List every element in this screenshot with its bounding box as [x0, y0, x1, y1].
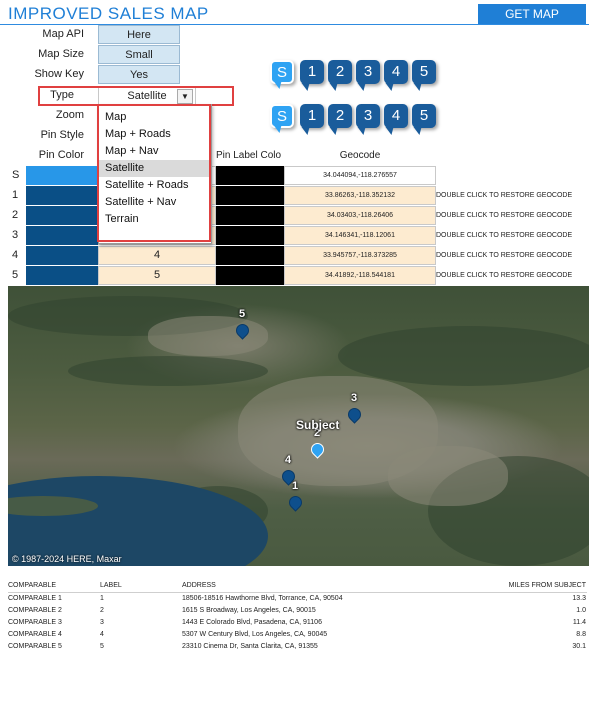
- geocode-header: Geocode: [339, 150, 381, 161]
- table-row: 13.3: [572, 595, 586, 602]
- zoom-label: Zoom: [55, 109, 84, 121]
- map-pin-2[interactable]: 2: [308, 427, 327, 459]
- pin-3-icon[interactable]: 3: [356, 60, 380, 84]
- label-cell[interactable]: 5: [98, 266, 216, 285]
- pin-3-icon[interactable]: 3: [356, 104, 380, 128]
- restore-geocode-note: DOUBLE CLICK TO RESTORE GEOCODE: [436, 272, 573, 279]
- subject-label: Subject: [296, 418, 340, 432]
- table-row: 1615 S Broadway, Los Angeles, CA, 90015: [182, 607, 316, 614]
- table-row: 23310 Cinema Dr, Santa Clarita, CA, 9135…: [182, 643, 318, 650]
- label-color-cell[interactable]: [216, 266, 284, 285]
- label-color-cell[interactable]: [216, 246, 284, 265]
- pin-2-icon[interactable]: 2: [328, 104, 352, 128]
- label-color-cell[interactable]: [216, 226, 284, 245]
- show-key-label: Show Key: [34, 68, 84, 80]
- sheet-title: IMPROVED SALES MAP: [8, 4, 209, 23]
- table-row: 1: [100, 595, 104, 602]
- pin-color-label: Pin Color: [38, 149, 84, 161]
- label-color-cell[interactable]: [216, 186, 284, 205]
- map-terrain: [68, 356, 268, 386]
- table-row: 8.8: [576, 631, 586, 638]
- miles-header: MILES FROM SUBJECT: [508, 582, 586, 589]
- map-api-label: Map API: [42, 28, 84, 40]
- subject-pin-icon[interactable]: S: [270, 60, 294, 84]
- map-pin-label: 4: [284, 454, 292, 466]
- table-row: 1443 E Colorado Blvd, Pasadena, CA, 9110…: [182, 619, 322, 626]
- map-terrain: [338, 326, 589, 386]
- show-key-select[interactable]: Yes: [98, 65, 180, 84]
- type-dropdown-highlight: [97, 104, 211, 242]
- pin-1-icon[interactable]: 1: [300, 60, 324, 84]
- pin-color-cell[interactable]: [26, 186, 98, 205]
- map-api-select[interactable]: Here: [98, 25, 180, 44]
- geocode-cell[interactable]: 33.86263,-118.352132: [284, 186, 436, 205]
- pin-4-icon[interactable]: 4: [384, 104, 408, 128]
- table-row: COMPARABLE 1: [8, 595, 62, 602]
- table-row: 11.4: [572, 619, 586, 626]
- table-row: 1.0: [576, 607, 586, 614]
- get-map-button[interactable]: GET MAP: [478, 4, 586, 24]
- table-row: 3: [100, 619, 104, 626]
- geocode-cell[interactable]: 34.044094,-118.276557: [284, 166, 436, 185]
- table-row: 4: [100, 631, 104, 638]
- table-row: COMPARABLE 4: [8, 631, 62, 638]
- pin-color-cell[interactable]: [26, 266, 98, 285]
- map-pin-label: 3: [350, 392, 358, 404]
- pin-color-cell[interactable]: [26, 226, 98, 245]
- map-pin-label: 5: [238, 308, 246, 320]
- map-pin-3[interactable]: 3: [345, 392, 364, 424]
- table-row: COMPARABLE 3: [8, 619, 62, 626]
- map-size-label: Map Size: [38, 48, 84, 60]
- label-color-cell[interactable]: [216, 166, 284, 185]
- label-color-cell[interactable]: [216, 206, 284, 225]
- pin-1-icon[interactable]: 1: [300, 104, 324, 128]
- pin-5-icon[interactable]: 5: [412, 60, 436, 84]
- map-urban-area: [148, 316, 268, 356]
- label-header: LABEL: [100, 582, 122, 589]
- comparable-header: COMPARABLE: [8, 582, 57, 589]
- geocode-cell[interactable]: 34.03403,-118.26406: [284, 206, 436, 225]
- map-pin-5[interactable]: 5: [233, 308, 252, 340]
- map-pin-1[interactable]: 1: [286, 480, 305, 512]
- restore-geocode-note: DOUBLE CLICK TO RESTORE GEOCODE: [436, 252, 573, 259]
- pin-style-row-2[interactable]: S 1 2 3 4 5: [270, 102, 440, 132]
- map-copyright: © 1987-2024 HERE, Maxar: [12, 554, 122, 564]
- type-highlight-box: [38, 86, 234, 106]
- geocode-cell[interactable]: 34.146341,-118.12061: [284, 226, 436, 245]
- table-row: 2: [100, 607, 104, 614]
- pin-color-cell[interactable]: [26, 166, 98, 185]
- satellite-map[interactable]: 5 3 2 4 1 Subject © 1987-2024 HERE, Maxa…: [8, 286, 589, 566]
- table-row: 30.1: [572, 643, 586, 650]
- pin-style-row-1[interactable]: S 1 2 3 4 5: [270, 58, 440, 88]
- label-cell[interactable]: 4: [98, 246, 216, 265]
- geocode-cell[interactable]: 34.41892,-118.544181: [284, 266, 436, 285]
- restore-geocode-note: DOUBLE CLICK TO RESTORE GEOCODE: [436, 212, 573, 219]
- pin-4-icon[interactable]: 4: [384, 60, 408, 84]
- map-pin-label: 1: [291, 480, 299, 492]
- pin-color-cell[interactable]: [26, 206, 98, 225]
- map-urban-area: [388, 446, 508, 506]
- table-row: COMPARABLE 2: [8, 607, 62, 614]
- subject-pin-icon[interactable]: S: [270, 104, 294, 128]
- title-underline: [0, 24, 589, 25]
- table-row: COMPARABLE 5: [8, 643, 62, 650]
- restore-geocode-note: DOUBLE CLICK TO RESTORE GEOCODE: [436, 232, 573, 239]
- table-row: 5: [100, 643, 104, 650]
- pin-2-icon[interactable]: 2: [328, 60, 352, 84]
- pin-style-label: Pin Style: [40, 129, 84, 141]
- map-size-select[interactable]: Small: [98, 45, 180, 64]
- pin-label-color-header: Pin Label Colo: [216, 150, 282, 161]
- pin-5-icon[interactable]: 5: [412, 104, 436, 128]
- table-row: 18506-18516 Hawthorne Blvd, Torrance, CA…: [182, 595, 343, 602]
- table-row: 5307 W Century Blvd, Los Angeles, CA, 90…: [182, 631, 328, 638]
- pin-color-cell[interactable]: [26, 246, 98, 265]
- geocode-cell[interactable]: 33.945757,-118.373285: [284, 246, 436, 265]
- restore-geocode-note: DOUBLE CLICK TO RESTORE GEOCODE: [436, 192, 573, 199]
- address-header: ADDRESS: [182, 582, 216, 589]
